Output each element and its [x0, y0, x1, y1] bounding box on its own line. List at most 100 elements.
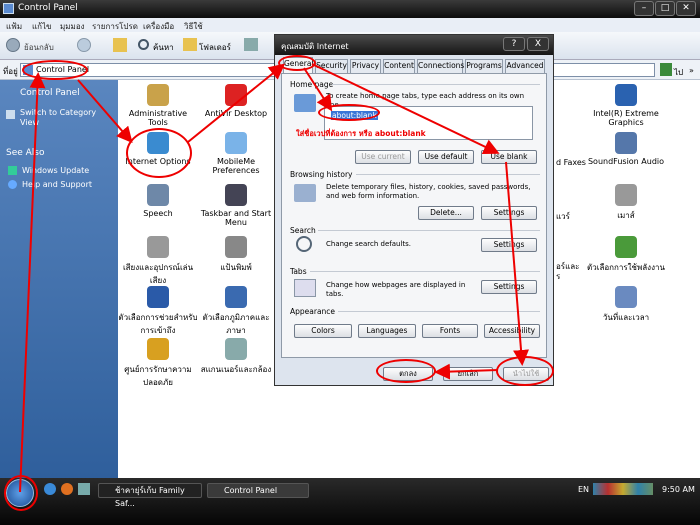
divider	[332, 84, 540, 85]
dialog-title: คุณสมบัติ Internet	[281, 42, 349, 51]
accessibility-options-item[interactable]: ตัวเลือกการช่วยสำหรับการเข้าถึง	[118, 286, 198, 337]
help-button[interactable]: ?	[503, 37, 525, 51]
annotation-circle-start	[4, 475, 38, 511]
annotation-circle-internet-options	[126, 128, 192, 178]
keyboard-item[interactable]: แป้นพิมพ์	[196, 236, 276, 274]
security-shield-icon	[147, 338, 169, 360]
partial-label-2[interactable]: แวร์	[556, 210, 570, 223]
home-page-heading: Home page	[290, 80, 334, 89]
search-settings-button[interactable]: Settings	[481, 238, 537, 252]
title-bar[interactable]: Control Panel – □ ✕	[0, 0, 700, 18]
admin-tools-icon	[147, 84, 169, 106]
keyboard-icon	[225, 236, 247, 258]
taskbar-start-icon	[225, 184, 247, 206]
desktop-quicklaunch-icon[interactable]	[78, 483, 90, 495]
antivir-item[interactable]: AntiVir Desktop	[196, 84, 276, 118]
switch-view-link[interactable]: Switch to Category View	[20, 108, 110, 128]
tabs-heading: Tabs	[290, 267, 307, 276]
divider	[318, 230, 540, 231]
annotation-circle-apply	[496, 356, 554, 386]
partial-label-4[interactable]: ร	[556, 270, 560, 283]
tray-icons[interactable]	[593, 483, 653, 495]
history-settings-button[interactable]: Settings	[481, 206, 537, 220]
sound-devices-item[interactable]: เสียงและอุปกรณ์เล่นเสียง	[118, 236, 198, 287]
divider	[356, 174, 540, 175]
speech-item[interactable]: Speech	[118, 184, 198, 218]
accessibility-icon	[147, 286, 169, 308]
help-icon	[8, 180, 17, 189]
sidebar-title: Control Panel	[20, 88, 80, 98]
language-indicator[interactable]: EN	[578, 485, 589, 494]
mouse-item[interactable]: เมาส์	[586, 184, 666, 222]
cancel-button[interactable]: ยกเลิก	[443, 367, 493, 381]
scanners-cameras-item[interactable]: สแกนเนอร์และกล้อง	[196, 338, 276, 376]
annotation-circle-address	[22, 60, 88, 80]
soundfusion-item[interactable]: SoundFusion Audio	[586, 132, 666, 166]
menu-bar: แฟ้ม แก้ไข มุมมอง รายการโปรด เครื่องมือ …	[0, 18, 700, 32]
use-current-button[interactable]: Use current	[355, 150, 411, 164]
admin-tools-item[interactable]: Administrative Tools	[118, 84, 198, 127]
search-desc: Change search defaults.	[326, 240, 412, 248]
antivir-icon	[225, 84, 247, 106]
taskbar-item-firefox[interactable]: ช้าคายุ่ร์เก้บ Family Saf...	[98, 483, 202, 508]
taskbar-start-item[interactable]: Taskbar and Start Menu	[196, 184, 276, 227]
window-icon	[3, 3, 14, 14]
search-label[interactable]: ค้นหา	[153, 41, 174, 54]
tab-security[interactable]: Security	[315, 59, 348, 73]
minimize-button[interactable]: –	[634, 1, 654, 16]
help-support-link[interactable]: Help and Support	[22, 180, 92, 189]
window-title: Control Panel	[18, 3, 78, 13]
links-chevron[interactable]: »	[689, 66, 694, 75]
sound-devices-icon	[147, 236, 169, 258]
partial-faxes-label[interactable]: d Faxes	[556, 158, 586, 167]
up-folder-icon[interactable]	[113, 38, 127, 52]
use-default-button[interactable]: Use default	[418, 150, 474, 164]
folders-icon[interactable]	[183, 38, 197, 51]
maximize-button[interactable]: □	[655, 1, 675, 16]
intel-graphics-item[interactable]: Intel(R) Extreme Graphics	[586, 84, 666, 127]
power-options-item[interactable]: ตัวเลือกการใช้พลังงาน	[586, 236, 666, 274]
windows-update-link[interactable]: Windows Update	[22, 166, 89, 175]
colors-button[interactable]: Colors	[294, 324, 352, 338]
tab-programs[interactable]: Programs	[465, 59, 503, 73]
security-center-item[interactable]: ศูนย์การรักษาความปลอดภัย	[118, 338, 198, 389]
dialog-title-bar[interactable]: คุณสมบัติ Internet ? X	[275, 35, 553, 55]
address-label: ที่อยู่	[3, 67, 18, 76]
tab-connections[interactable]: Connections	[417, 59, 464, 73]
back-label[interactable]: ย้อนกลับ	[24, 41, 54, 54]
use-blank-button[interactable]: Use blank	[481, 150, 537, 164]
folders-label[interactable]: โฟลเดอร์	[199, 41, 231, 54]
calendar-clock-icon	[615, 286, 637, 308]
date-time-item[interactable]: วันที่และเวลา	[586, 286, 666, 324]
delete-history-button[interactable]: Delete...	[418, 206, 474, 220]
switch-view-icon	[6, 110, 15, 119]
clock[interactable]: 9:50 AM	[662, 485, 695, 494]
mobileme-icon	[225, 132, 247, 154]
regional-options-item[interactable]: ตัวเลือกภูมิภาคและภาษา	[196, 286, 276, 337]
close-window-button[interactable]: ✕	[676, 1, 696, 16]
firefox-quicklaunch-icon[interactable]	[61, 483, 73, 495]
tab-privacy[interactable]: Privacy	[350, 59, 381, 73]
accessibility-button[interactable]: Accessibility	[484, 324, 540, 338]
views-icon[interactable]	[244, 38, 258, 51]
go-arrow-icon[interactable]	[660, 63, 672, 76]
dialog-close-button[interactable]: X	[527, 37, 549, 51]
languages-button[interactable]: Languages	[358, 324, 416, 338]
back-arrow-icon[interactable]	[6, 38, 20, 52]
taskbar-item-control-panel[interactable]: Control Panel	[207, 483, 309, 498]
mobileme-item[interactable]: MobileMe Preferences	[196, 132, 276, 175]
search-icon[interactable]	[138, 39, 149, 50]
search-heading: Search	[290, 226, 316, 235]
tabs-desc: Change how webpages are displayed in tab…	[326, 281, 466, 298]
tab-advanced[interactable]: Advanced	[505, 59, 545, 73]
tabs-settings-button[interactable]: Settings	[481, 280, 537, 294]
divider	[338, 311, 540, 312]
tab-content[interactable]: Content	[383, 59, 415, 73]
speech-icon	[147, 184, 169, 206]
go-label[interactable]: ไป	[674, 66, 683, 79]
sidebar: Control Panel Switch to Category View Se…	[0, 80, 118, 478]
scanner-camera-icon	[225, 338, 247, 360]
fonts-button[interactable]: Fonts	[422, 324, 478, 338]
ie-quicklaunch-icon[interactable]	[44, 483, 56, 495]
forward-arrow-icon[interactable]	[77, 38, 91, 52]
